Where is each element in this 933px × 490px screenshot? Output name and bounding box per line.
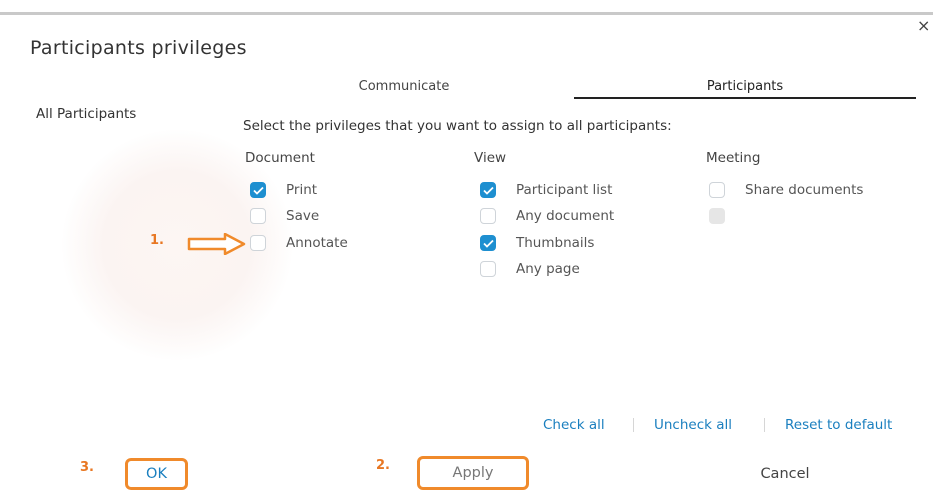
disabled-checkbox bbox=[709, 208, 725, 224]
annotation-step-1: 1. bbox=[150, 233, 164, 248]
checkmark-icon bbox=[252, 186, 264, 195]
option-print[interactable]: Print bbox=[250, 181, 317, 199]
option-label: Save bbox=[286, 208, 320, 224]
tab-communicate[interactable]: Communicate bbox=[320, 79, 488, 94]
active-tab-indicator bbox=[574, 97, 916, 99]
option-thumbnails[interactable]: Thumbnails bbox=[480, 234, 594, 252]
option-label: Print bbox=[286, 182, 318, 198]
option-label: Thumbnails bbox=[516, 235, 595, 251]
dialog-title: Participants privileges bbox=[30, 37, 247, 59]
option-label: Participant list bbox=[516, 182, 613, 198]
thumbnails-checkbox[interactable] bbox=[480, 235, 496, 251]
link-divider bbox=[633, 418, 634, 432]
column-heading-view: View bbox=[474, 150, 507, 166]
option-label: Any page bbox=[516, 261, 580, 277]
cancel-button[interactable]: Cancel bbox=[740, 461, 830, 487]
reset-to-default-link[interactable]: Reset to default bbox=[785, 417, 892, 433]
print-checkbox[interactable] bbox=[250, 182, 266, 198]
save-checkbox[interactable] bbox=[250, 208, 266, 224]
sidebar-item-all-participants[interactable]: All Participants bbox=[36, 106, 136, 122]
any-document-checkbox[interactable] bbox=[480, 208, 496, 224]
option-label: Annotate bbox=[286, 235, 348, 251]
tab-participants[interactable]: Participants bbox=[574, 79, 916, 94]
ok-button[interactable]: OK bbox=[125, 458, 188, 490]
option-save[interactable]: Save bbox=[250, 207, 319, 225]
checkmark-icon bbox=[482, 239, 494, 248]
right-arrow-icon bbox=[187, 233, 246, 255]
option-disabled bbox=[709, 207, 725, 225]
any-page-checkbox[interactable] bbox=[480, 261, 496, 277]
check-all-link[interactable]: Check all bbox=[543, 417, 605, 433]
checkmark-icon bbox=[482, 186, 494, 195]
option-any-page[interactable]: Any page bbox=[480, 260, 580, 278]
privileges-instruction: Select the privileges that you want to a… bbox=[243, 118, 672, 134]
option-annotate[interactable]: Annotate bbox=[250, 234, 348, 252]
annotation-step-2: 2. bbox=[376, 458, 390, 473]
option-any-document[interactable]: Any document bbox=[480, 207, 614, 225]
column-heading-meeting: Meeting bbox=[706, 150, 761, 166]
column-heading-document: Document bbox=[245, 150, 315, 166]
annotate-checkbox[interactable] bbox=[250, 235, 266, 251]
close-icon[interactable]: × bbox=[917, 18, 930, 34]
option-label: Share documents bbox=[745, 182, 864, 198]
option-participant-list[interactable]: Participant list bbox=[480, 181, 612, 199]
participant-list-checkbox[interactable] bbox=[480, 182, 496, 198]
link-divider bbox=[764, 418, 765, 432]
top-border bbox=[0, 12, 933, 15]
option-share-documents[interactable]: Share documents bbox=[709, 181, 863, 199]
share-documents-checkbox[interactable] bbox=[709, 182, 725, 198]
annotation-step-3: 3. bbox=[80, 460, 94, 475]
apply-button[interactable]: Apply bbox=[417, 456, 529, 490]
uncheck-all-link[interactable]: Uncheck all bbox=[654, 417, 732, 433]
option-label: Any document bbox=[516, 208, 615, 224]
